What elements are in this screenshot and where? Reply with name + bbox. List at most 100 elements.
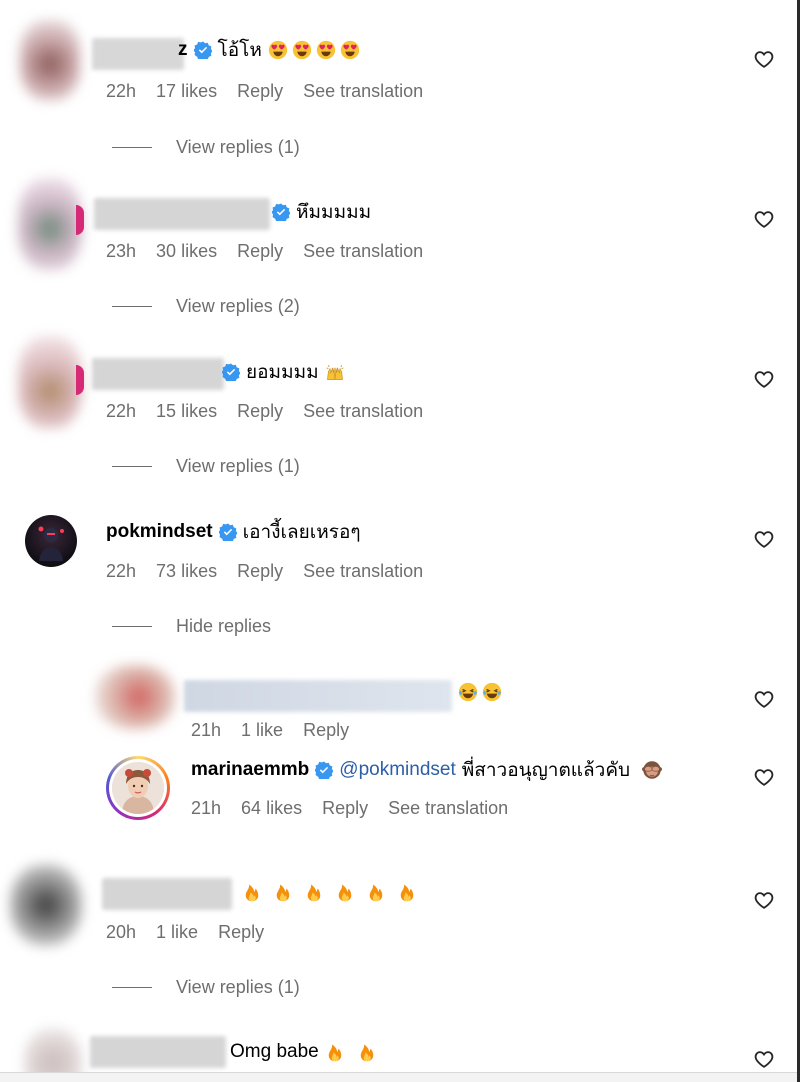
username-redacted[interactable] <box>94 198 270 230</box>
divider-line <box>112 987 152 988</box>
fire-emoji-icon <box>273 882 293 902</box>
story-ring[interactable] <box>106 756 170 820</box>
avatar[interactable] <box>10 864 82 946</box>
reply-item: marinaemmb @pokmindset พี่สาวอนุญาตแล้วค… <box>0 750 800 850</box>
likes-count[interactable]: 1 like <box>156 922 198 943</box>
view-replies-button[interactable]: View replies (1) <box>112 456 300 477</box>
comment-time: 22h <box>106 561 137 581</box>
reply-button[interactable]: Reply <box>237 561 283 582</box>
like-heart-icon[interactable] <box>753 766 775 788</box>
comments-panel: z โอ้โห 22h 17 likes Reply See translati… <box>0 0 800 1082</box>
comment-text: เอางี้เลยเหรอๆ <box>242 522 361 543</box>
verified-badge-icon <box>219 523 237 541</box>
see-translation-button[interactable]: See translation <box>303 81 423 102</box>
view-replies-label: View replies (2) <box>176 296 300 316</box>
username-redacted[interactable] <box>92 358 224 390</box>
heart-eyes-emoji-icon <box>268 40 288 60</box>
see-translation-button[interactable]: See translation <box>388 798 508 819</box>
like-heart-icon[interactable] <box>753 368 775 390</box>
username[interactable]: marinaemmb <box>191 759 309 781</box>
like-heart-icon[interactable] <box>753 889 775 911</box>
username-redacted[interactable] <box>184 680 452 712</box>
reply-button[interactable]: Reply <box>322 798 368 819</box>
fire-emoji-icon <box>357 1042 377 1062</box>
username-tail: z <box>178 39 188 60</box>
view-replies-label: View replies (1) <box>176 456 300 476</box>
story-ring-fragment <box>76 205 84 235</box>
reply-button[interactable]: Reply <box>218 922 264 943</box>
like-heart-icon[interactable] <box>753 528 775 550</box>
likes-count[interactable]: 17 likes <box>156 81 217 102</box>
reply-item: 21h 1 like Reply <box>0 660 800 750</box>
avatar-portrait-icon <box>112 762 164 814</box>
like-heart-icon[interactable] <box>753 688 775 710</box>
heart-eyes-emoji-icon <box>316 40 336 60</box>
comment-text: โอ้โห <box>217 40 262 61</box>
comment-time: 20h <box>106 922 137 942</box>
view-replies-label: View replies (1) <box>176 137 300 157</box>
see-no-evil-monkey-emoji-icon <box>642 760 662 780</box>
verified-badge-icon <box>194 41 212 59</box>
reply-button[interactable]: Reply <box>303 720 349 741</box>
fire-emoji-icon <box>304 882 324 902</box>
view-replies-label: View replies (1) <box>176 977 300 997</box>
reply-button[interactable]: Reply <box>237 81 283 102</box>
likes-count[interactable]: 30 likes <box>156 241 217 262</box>
fire-emoji-icon <box>242 882 262 902</box>
likes-count[interactable]: 15 likes <box>156 401 217 422</box>
comment-time: 21h <box>191 720 222 740</box>
see-translation-button[interactable]: See translation <box>303 241 423 262</box>
username-redacted[interactable] <box>92 38 184 70</box>
likes-count[interactable]: 64 likes <box>241 798 302 819</box>
emoji-group <box>325 1042 377 1062</box>
comment-text: พี่สาวอนุญาตแล้วคับ <box>461 760 631 781</box>
username-redacted[interactable] <box>90 1036 226 1068</box>
emoji-group <box>458 682 502 702</box>
likes-count[interactable]: 1 like <box>241 720 283 741</box>
divider-line <box>112 626 152 627</box>
comment-item: z โอ้โห 22h 17 likes Reply See translati… <box>0 0 800 170</box>
like-heart-icon[interactable] <box>753 48 775 70</box>
avatar[interactable] <box>18 178 82 270</box>
avatar <box>112 762 164 814</box>
comment-text: หึมมมมม <box>296 202 372 223</box>
avatar[interactable] <box>18 336 82 428</box>
comment-text: Omg babe <box>230 1041 319 1062</box>
avatar-figure-icon <box>38 526 64 561</box>
view-replies-button[interactable]: View replies (1) <box>112 137 300 158</box>
window-bottom-edge <box>0 1072 800 1082</box>
avatar[interactable] <box>25 515 77 567</box>
see-translation-button[interactable]: See translation <box>303 401 423 422</box>
raising-hands-emoji-icon <box>325 362 345 382</box>
reply-button[interactable]: Reply <box>237 401 283 422</box>
username[interactable]: pokmindset <box>106 521 213 543</box>
verified-badge-icon <box>272 203 290 221</box>
reply-button[interactable]: Reply <box>237 241 283 262</box>
likes-count[interactable]: 73 likes <box>156 561 217 582</box>
heart-eyes-emoji-icon <box>340 40 360 60</box>
comment-item: หึมมมมม 23h 30 likes Reply See translati… <box>0 170 800 330</box>
comment-time: 22h <box>106 401 137 421</box>
comment-text: ยอมมมม <box>246 362 319 383</box>
avatar[interactable] <box>95 665 175 729</box>
fire-emoji-icon <box>335 882 355 902</box>
emoji-group <box>268 40 360 60</box>
view-replies-button[interactable]: View replies (1) <box>112 977 300 998</box>
heart-eyes-emoji-icon <box>292 40 312 60</box>
username-redacted[interactable] <box>102 878 232 910</box>
like-heart-icon[interactable] <box>753 208 775 230</box>
mention-link[interactable]: @pokmindset <box>339 759 455 781</box>
divider-line <box>112 147 152 148</box>
comment-item: ยอมมมม 22h 15 likes Reply See translatio… <box>0 330 800 490</box>
comment-item: 20h 1 like Reply View replies (1) <box>0 850 800 1020</box>
hide-replies-button[interactable]: Hide replies <box>112 616 271 637</box>
fire-emoji-icon <box>366 882 386 902</box>
hide-replies-label: Hide replies <box>176 616 272 636</box>
emoji-group <box>242 882 417 902</box>
view-replies-button[interactable]: View replies (2) <box>112 296 300 317</box>
verified-badge-icon <box>222 363 240 381</box>
avatar[interactable] <box>20 20 80 100</box>
like-heart-icon[interactable] <box>753 1048 775 1070</box>
see-translation-button[interactable]: See translation <box>303 561 423 582</box>
comment-item: pokmindset เอางี้เลยเหรอๆ 22h 73 likes R… <box>0 490 800 850</box>
